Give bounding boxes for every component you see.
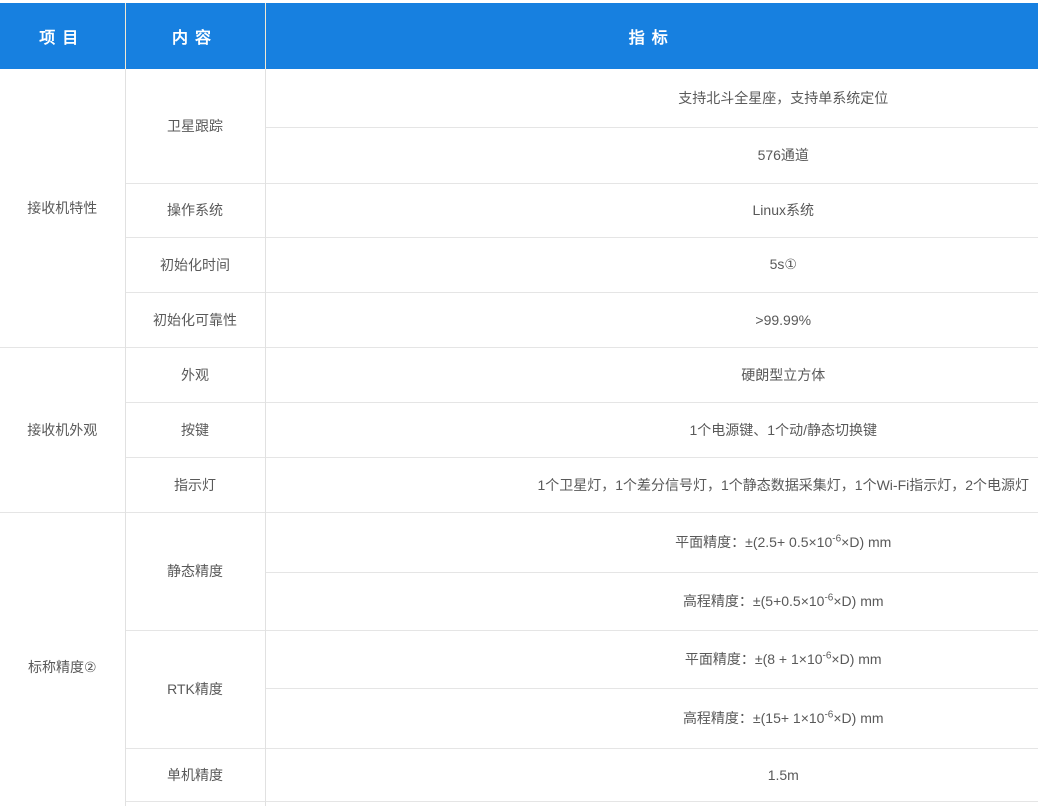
header-item: 项目 xyxy=(0,3,125,69)
indicator-cell: 1.5m xyxy=(265,748,1038,801)
formula-text: 平面精度：±(2.5+ 0.5×10 xyxy=(675,534,832,550)
indicator-cell: 平面精度：±(8 + 1×10-6×D) mm xyxy=(265,630,1038,688)
indicator-cell: 硬朗型立方体 xyxy=(265,347,1038,402)
table-row-cutoff xyxy=(0,801,1038,806)
indicator-cell: 高程精度：±(15+ 1×10-6×D) mm xyxy=(265,688,1038,748)
category-cell-nominal-accuracy: 标称精度② xyxy=(0,512,125,806)
category-cell-receiver-features: 接收机特性 xyxy=(0,69,125,347)
table-row: 初始化可靠性 >99.99% xyxy=(0,292,1038,347)
formula-text: 高程精度：±(15+ 1×10 xyxy=(683,710,825,726)
content-cell-init-time: 初始化时间 xyxy=(125,237,265,292)
table-row: 接收机特性 卫星跟踪 支持北斗全星座，支持单系统定位 xyxy=(0,69,1038,127)
superscript: -6 xyxy=(832,533,841,544)
spec-table-viewport: 项目 内容 指标 接收机特性 卫星跟踪 支持北斗全星座，支持单系统定位 576通… xyxy=(0,0,1038,806)
content-cell-init-reliability: 初始化可靠性 xyxy=(125,292,265,347)
content-cell-standalone-accuracy: 单机精度 xyxy=(125,748,265,801)
table-row: 接收机外观 外观 硬朗型立方体 xyxy=(0,347,1038,402)
indicator-cell: 1个电源键、1个动/静态切换键 xyxy=(265,402,1038,457)
formula-text: 平面精度：±(8 + 1×10 xyxy=(685,651,823,667)
header-content: 内容 xyxy=(125,3,265,69)
content-cell-appearance: 外观 xyxy=(125,347,265,402)
content-cell-satellite-tracking: 卫星跟踪 xyxy=(125,69,265,183)
spec-table-header: 项目 内容 指标 xyxy=(0,3,1038,69)
table-row: 指示灯 1个卫星灯，1个差分信号灯，1个静态数据采集灯，1个Wi-Fi指示灯，2… xyxy=(0,457,1038,512)
category-cell-receiver-appearance: 接收机外观 xyxy=(0,347,125,512)
table-row: RTK精度 平面精度：±(8 + 1×10-6×D) mm xyxy=(0,630,1038,688)
table-row: 单机精度 1.5m xyxy=(0,748,1038,801)
table-row: 标称精度② 静态精度 平面精度：±(2.5+ 0.5×10-6×D) mm xyxy=(0,512,1038,572)
indicator-cell: 高程精度：±(5+0.5×10-6×D) mm xyxy=(265,572,1038,630)
formula-text: ×D) mm xyxy=(841,534,891,550)
indicator-cell: >99.99% xyxy=(265,292,1038,347)
content-cell-cutoff xyxy=(125,801,265,806)
spec-table: 项目 内容 指标 接收机特性 卫星跟踪 支持北斗全星座，支持单系统定位 576通… xyxy=(0,3,1038,806)
formula-text: 高程精度：±(5+0.5×10 xyxy=(683,593,825,609)
indicator-cell: 5s① xyxy=(265,237,1038,292)
content-cell-indicator-lights: 指示灯 xyxy=(125,457,265,512)
indicator-cell: 支持北斗全星座，支持单系统定位 xyxy=(265,69,1038,127)
content-cell-rtk-accuracy: RTK精度 xyxy=(125,630,265,748)
indicator-cell: Linux系统 xyxy=(265,183,1038,237)
formula-text: ×D) mm xyxy=(833,710,883,726)
indicator-cell: 1个卫星灯，1个差分信号灯，1个静态数据采集灯，1个Wi-Fi指示灯，2个电源灯 xyxy=(265,457,1038,512)
content-cell-os: 操作系统 xyxy=(125,183,265,237)
content-cell-static-accuracy: 静态精度 xyxy=(125,512,265,630)
indicator-cell: 平面精度：±(2.5+ 0.5×10-6×D) mm xyxy=(265,512,1038,572)
header-indicator: 指标 xyxy=(265,3,1038,69)
formula-text: ×D) mm xyxy=(831,651,881,667)
table-row: 初始化时间 5s① xyxy=(0,237,1038,292)
indicator-cell: 576通道 xyxy=(265,127,1038,183)
header-row: 项目 内容 指标 xyxy=(0,3,1038,69)
table-row: 操作系统 Linux系统 xyxy=(0,183,1038,237)
formula-text: ×D) mm xyxy=(833,593,883,609)
content-cell-buttons: 按键 xyxy=(125,402,265,457)
indicator-cell-cutoff xyxy=(265,801,1038,806)
table-row: 按键 1个电源键、1个动/静态切换键 xyxy=(0,402,1038,457)
